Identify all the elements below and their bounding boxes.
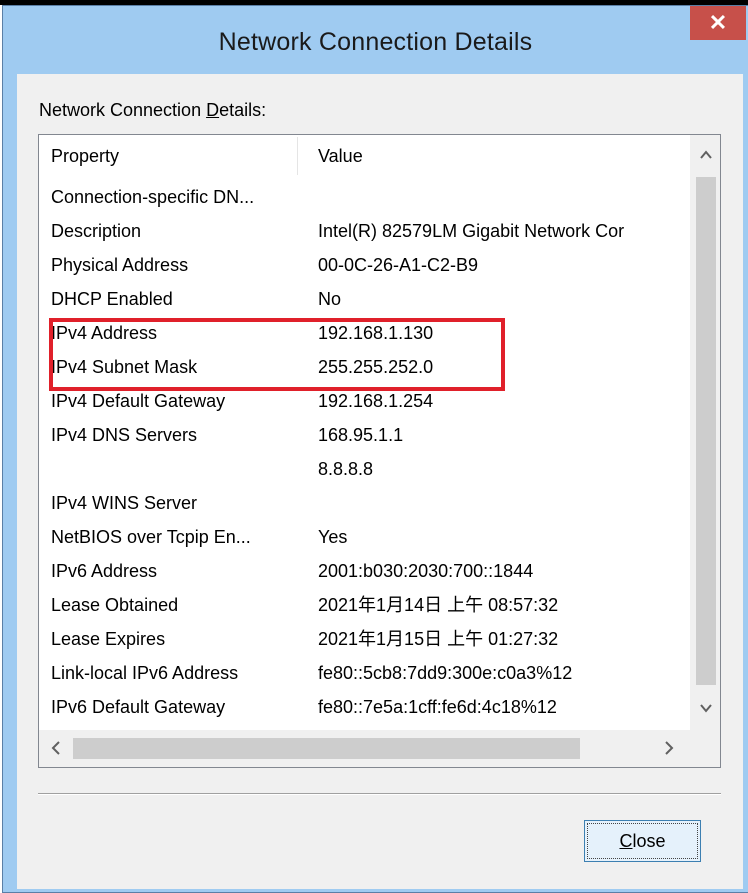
details-label: Network Connection Details: [39,100,266,121]
value-cell: fe80::5cb8:7dd9:300e:c0a3%12 [318,663,573,683]
close-icon[interactable]: ✕ [690,6,746,40]
window-title: Network Connection Details [218,28,533,56]
property-cell: Connection-specific DN... [51,187,255,207]
value-cell: 8.8.8.8 [318,459,374,479]
property-cell: Link-local IPv6 Address [51,663,239,683]
list-item[interactable]: Link-local IPv6 Address fe80::5cb8:7dd9:3… [39,656,689,690]
chevron-up-icon[interactable] [696,139,716,169]
horizontal-scrollbar[interactable] [39,730,690,767]
list-item[interactable]: IPv4 WINS Server [39,486,689,520]
value-cell: Intel(R) 82579LM Gigabit Network Cor [318,221,625,241]
value-cell [318,180,689,214]
list-item[interactable]: DHCP Enabled No [39,282,689,316]
vertical-scroll-thumb[interactable] [696,177,716,685]
details-label-mnemonic: D [206,100,220,120]
property-cell: IPv4 DNS Servers [51,425,198,445]
chevron-right-icon[interactable] [657,734,681,762]
list-item[interactable]: Lease Obtained 2021年1月14日 上午 08:57:32 [39,588,689,622]
highlight-box [49,318,505,391]
list-item[interactable]: IPv6 Address 2001:b030:2030:700::1844 [39,554,689,588]
column-header-property[interactable]: Property [51,135,119,175]
property-cell: IPv4 WINS Server [51,493,198,513]
dialog-client-area: Network Connection Details: Property Val… [17,74,743,889]
dialog-window: Network Connection Details ✕ Network Con… [2,5,748,893]
close-button[interactable]: Close [584,820,701,862]
title-bar[interactable]: Network Connection Details ✕ [3,6,748,74]
horizontal-scroll-thumb[interactable] [73,738,580,759]
property-cell: Lease Obtained [51,595,179,615]
property-cell: IPv6 Address [51,561,158,581]
list-item[interactable]: Physical Address 00-0C-26-A1-C2-B9 [39,248,689,282]
property-cell: NetBIOS over Tcpip En... [51,527,251,547]
value-cell [318,486,689,520]
details-label-text: Network Connection [39,100,207,120]
vertical-scrollbar[interactable] [690,135,720,730]
chevron-down-icon[interactable] [696,693,716,723]
value-cell: 168.95.1.1 [318,425,404,445]
list-item[interactable]: Lease Expires 2021年1月15日 上午 01:27:32 [39,622,689,656]
list-item[interactable]: IPv6 Default Gateway fe80::7e5a:1cff:fe6d… [39,690,689,724]
list-rows: Connection-specific DN... Description Inte… [39,180,689,728]
focus-rect [587,823,698,859]
scrollbar-corner [690,730,720,767]
value-cell: fe80::7e5a:1cff:fe6d:4c18%12 [318,697,557,717]
value-cell: 2021年1月14日 上午 08:57:32 [318,595,559,615]
list-item[interactable]: Connection-specific DN... [39,180,689,214]
separator-line [38,793,721,795]
list-item[interactable]: IPv4 DNS Servers 168.95.1.1 [39,418,689,452]
value-cell: 2021年1月15日 上午 01:27:32 [318,629,559,649]
column-divider[interactable] [297,137,298,175]
details-list[interactable]: Property Value Connection-specific DN...… [38,134,721,768]
list-header: Property Value [39,135,689,175]
value-cell: Yes [318,527,348,547]
details-label-text-end: etails: [219,100,267,120]
property-cell: Physical Address [51,255,189,275]
property-cell: Description [51,221,142,241]
list-item[interactable]: Description Intel(R) 82579LM Gigabit Netw… [39,214,689,248]
property-cell: IPv6 Default Gateway [51,697,226,717]
value-cell: 00-0C-26-A1-C2-B9 [318,255,479,275]
value-cell: No [318,289,342,309]
column-header-value[interactable]: Value [318,135,363,175]
property-cell: DHCP Enabled [51,289,173,309]
chevron-left-icon[interactable] [45,734,69,762]
property-cell [51,452,301,486]
list-item[interactable]: 8.8.8.8 [39,452,689,486]
property-cell: Lease Expires [51,629,166,649]
list-item[interactable]: NetBIOS over Tcpip En... Yes [39,520,689,554]
value-cell: 2001:b030:2030:700::1844 [318,561,534,581]
